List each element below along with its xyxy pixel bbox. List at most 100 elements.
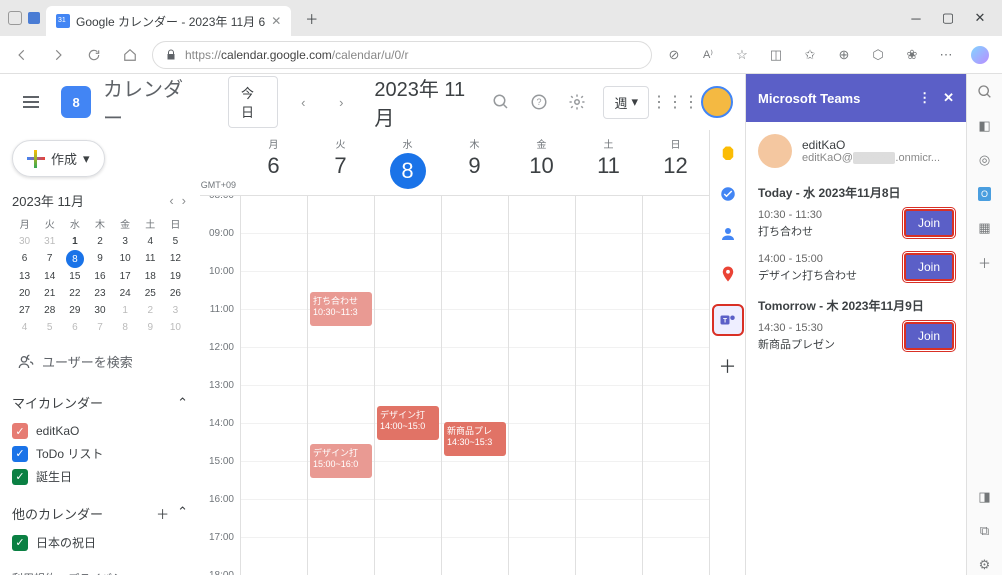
- edge-settings-icon[interactable]: ⚙: [975, 555, 995, 575]
- mini-day[interactable]: 26: [163, 285, 188, 302]
- mini-day[interactable]: 5: [163, 233, 188, 250]
- mini-day[interactable]: 20: [12, 285, 37, 302]
- mini-day[interactable]: 22: [62, 285, 87, 302]
- checkbox-icon[interactable]: ✓: [12, 535, 28, 551]
- more-icon[interactable]: ⋯: [932, 41, 960, 69]
- mini-day[interactable]: 9: [138, 319, 163, 336]
- calendar-event[interactable]: 新商品プレ14:30~15:3: [444, 422, 506, 456]
- extensions-icon[interactable]: ⬡: [864, 41, 892, 69]
- teams-close-icon[interactable]: ✕: [943, 90, 954, 106]
- mini-day[interactable]: 23: [87, 285, 112, 302]
- window-maximize-icon[interactable]: ▢: [942, 12, 954, 24]
- settings-icon[interactable]: [565, 90, 589, 114]
- mini-day[interactable]: 30: [87, 302, 112, 319]
- main-menu-button[interactable]: [12, 82, 49, 122]
- day-column[interactable]: [240, 196, 307, 575]
- back-button[interactable]: [8, 41, 36, 69]
- mini-day[interactable]: 19: [163, 268, 188, 285]
- help-icon[interactable]: ?: [527, 90, 551, 114]
- forward-button[interactable]: [44, 41, 72, 69]
- mini-day[interactable]: 16: [87, 268, 112, 285]
- my-calendars-header[interactable]: マイカレンダー ⌃: [12, 393, 188, 412]
- calendar-item[interactable]: ✓日本の祝日: [12, 531, 188, 554]
- mini-next-button[interactable]: ›: [180, 191, 188, 210]
- read-aloud-icon[interactable]: A⁾: [694, 41, 722, 69]
- day-column[interactable]: 打ち合わせ10:30~11:3 デザイン打15:00~16:0: [307, 196, 374, 575]
- day-header[interactable]: 金10: [508, 130, 575, 195]
- checkbox-icon[interactable]: ✓: [12, 469, 28, 485]
- window-minimize-icon[interactable]: ─: [910, 12, 922, 24]
- edge-popout-icon[interactable]: ⧉: [975, 521, 995, 541]
- url-input[interactable]: https://calendar.google.com/calendar/u/0…: [152, 41, 652, 69]
- refresh-button[interactable]: [80, 41, 108, 69]
- mini-day[interactable]: 4: [12, 319, 37, 336]
- mini-day[interactable]: 30: [12, 233, 37, 250]
- mini-day[interactable]: 18: [138, 268, 163, 285]
- tracking-icon[interactable]: ⊘: [660, 41, 688, 69]
- calendar-item[interactable]: ✓editKaO: [12, 420, 188, 442]
- mini-day[interactable]: 6: [12, 250, 37, 268]
- favorites-bar-icon[interactable]: ✩: [796, 41, 824, 69]
- mini-calendar[interactable]: 月火水木金土日 30311234567891011121314151617181…: [12, 216, 188, 336]
- calendar-event[interactable]: デザイン打14:00~15:0: [377, 406, 439, 440]
- teams-addon-icon[interactable]: T: [712, 304, 744, 336]
- prev-week-button[interactable]: ‹: [290, 88, 316, 116]
- mini-day[interactable]: 29: [62, 302, 87, 319]
- mini-day[interactable]: 7: [37, 250, 62, 268]
- day-header[interactable]: 土11: [575, 130, 642, 195]
- mini-day[interactable]: 4: [138, 233, 163, 250]
- collections-icon[interactable]: ⊕: [830, 41, 858, 69]
- apps-icon[interactable]: ⋮⋮⋮: [663, 90, 687, 114]
- mini-day[interactable]: 27: [12, 302, 37, 319]
- mini-day[interactable]: 12: [163, 250, 188, 268]
- add-addon-icon[interactable]: ＋: [718, 356, 738, 376]
- create-button[interactable]: 作成 ▾: [12, 140, 105, 177]
- mini-day[interactable]: 24: [113, 285, 138, 302]
- edge-image-icon[interactable]: ▦: [975, 218, 995, 238]
- calendar-event[interactable]: 打ち合わせ10:30~11:3: [310, 292, 372, 326]
- keep-icon[interactable]: [718, 144, 738, 164]
- mini-day[interactable]: 11: [138, 250, 163, 268]
- copilot-icon[interactable]: [966, 41, 994, 69]
- join-button[interactable]: Join: [904, 253, 954, 281]
- next-week-button[interactable]: ›: [328, 88, 354, 116]
- calendar-item[interactable]: ✓ToDo リスト: [12, 442, 188, 465]
- mini-prev-button[interactable]: ‹: [167, 191, 175, 210]
- day-column[interactable]: [642, 196, 709, 575]
- home-button[interactable]: [116, 41, 144, 69]
- mini-day[interactable]: 8: [113, 319, 138, 336]
- performance-icon[interactable]: ❀: [898, 41, 926, 69]
- maps-icon[interactable]: [718, 264, 738, 284]
- favorite-icon[interactable]: ☆: [728, 41, 756, 69]
- day-column[interactable]: デザイン打14:00~15:0: [374, 196, 441, 575]
- day-header[interactable]: 日12: [642, 130, 709, 195]
- view-selector[interactable]: 週▾: [603, 86, 649, 119]
- mini-day[interactable]: 6: [62, 319, 87, 336]
- window-close-icon[interactable]: ✕: [974, 12, 986, 24]
- mini-day[interactable]: 10: [163, 319, 188, 336]
- browser-tab[interactable]: Google カレンダー - 2023年 11月 6 ✕: [46, 6, 291, 36]
- mini-day[interactable]: 17: [113, 268, 138, 285]
- calendar-item[interactable]: ✓誕生日: [12, 465, 188, 488]
- mini-day[interactable]: 13: [12, 268, 37, 285]
- mini-day[interactable]: 2: [87, 233, 112, 250]
- mini-day[interactable]: 2: [138, 302, 163, 319]
- teams-menu-icon[interactable]: ⋮: [918, 90, 931, 106]
- mini-day[interactable]: 25: [138, 285, 163, 302]
- edge-tools-icon[interactable]: ◧: [975, 116, 995, 136]
- mini-day[interactable]: 28: [37, 302, 62, 319]
- search-users-input[interactable]: ユーザーを検索: [12, 346, 188, 377]
- checkbox-icon[interactable]: ✓: [12, 423, 28, 439]
- mini-day[interactable]: 3: [113, 233, 138, 250]
- edge-outlook-icon[interactable]: O: [975, 184, 995, 204]
- mini-day[interactable]: 5: [37, 319, 62, 336]
- mini-day[interactable]: 14: [37, 268, 62, 285]
- calendar-event[interactable]: デザイン打15:00~16:0: [310, 444, 372, 478]
- mini-day[interactable]: 31: [37, 233, 62, 250]
- other-calendars-header[interactable]: 他のカレンダー ＋⌃: [12, 504, 188, 523]
- workspaces-icon[interactable]: [28, 12, 40, 24]
- search-icon[interactable]: [489, 90, 513, 114]
- mini-day[interactable]: 8: [66, 250, 84, 268]
- footer-links[interactable]: 利用規約 – プライバシー: [12, 570, 188, 575]
- checkbox-icon[interactable]: ✓: [12, 446, 28, 462]
